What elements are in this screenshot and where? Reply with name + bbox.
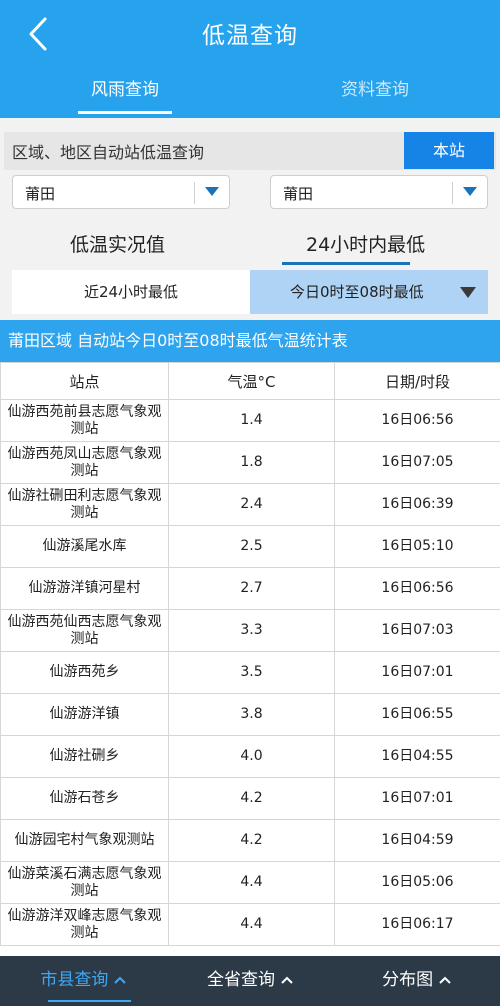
- query-row: 区域、地区自动站低温查询 本站: [4, 132, 496, 170]
- cell-station: 仙游溪尾水库: [0, 525, 169, 568]
- cell-datetime: 16日07:01: [334, 777, 500, 820]
- cell-temperature: 4.4: [168, 903, 335, 946]
- tab-data-query[interactable]: 资料查询: [250, 66, 500, 118]
- cell-temperature: 1.4: [168, 399, 335, 442]
- cell-temperature: 4.2: [168, 777, 335, 820]
- cell-datetime: 16日04:59: [334, 819, 500, 862]
- cell-temperature: 4.4: [168, 861, 335, 904]
- stats-table: 站点 气温°C 日期/时段 仙游西苑前县志愿气象观测站 1.4 16日06:56 仙游…: [0, 362, 500, 946]
- cell-temperature: 3.5: [168, 651, 335, 694]
- region-select-value: 莆田: [25, 185, 56, 203]
- cell-temperature: 2.4: [168, 483, 335, 526]
- cell-station: 仙游西苑凤山志愿气象观测站: [0, 441, 169, 484]
- cell-datetime: 16日05:06: [334, 861, 500, 904]
- cell-station: 仙游西苑仙西志愿气象观测站: [0, 609, 169, 652]
- table-row: 仙游园宅村气象观测站 4.2 16日04:59: [0, 819, 500, 862]
- segment-24h[interactable]: 近24小时最低: [12, 270, 250, 314]
- cell-station: 仙游园宅村气象观测站: [0, 819, 169, 862]
- tab-24h-min[interactable]: 24小时内最低: [306, 230, 425, 257]
- cell-datetime: 16日06:56: [334, 399, 500, 442]
- table-row: 仙游西苑仙西志愿气象观测站 3.3 16日07:03: [0, 609, 500, 652]
- chevron-up-icon: [114, 976, 127, 984]
- nav-label: 市县查询: [40, 970, 109, 990]
- cell-station: 仙游西苑前县志愿气象观测站: [0, 399, 169, 442]
- caret-down-icon: [205, 187, 219, 196]
- tab-wind-rain[interactable]: 风雨查询: [0, 66, 250, 118]
- table-row: 仙游游洋镇河星村 2.7 16日06:56: [0, 567, 500, 610]
- query-label: 区域、地区自动站低温查询: [12, 143, 205, 162]
- segment-today-0-8[interactable]: 今日0时至08时最低: [250, 270, 488, 314]
- active-tab-indicator: [282, 262, 410, 265]
- caret-down-icon: [463, 187, 477, 196]
- stats-table-container[interactable]: 站点 气温°C 日期/时段 仙游西苑前县志愿气象观测站 1.4 16日06:56 仙游…: [0, 362, 500, 956]
- table-row: 仙游社硎乡 4.0 16日04:55: [0, 735, 500, 778]
- chevron-up-icon: [281, 976, 293, 984]
- top-tabs: 风雨查询 资料查询: [0, 66, 500, 118]
- table-row: 仙游游洋双峰志愿气象观测站 4.4 16日06:17: [0, 903, 500, 946]
- cell-station: 仙游社硎田利志愿气象观测站: [0, 483, 169, 526]
- table-row: 仙游社硎田利志愿气象观测站 2.4 16日06:39: [0, 483, 500, 526]
- nav-city-county-query[interactable]: 市县查询: [0, 956, 167, 1006]
- cell-datetime: 16日04:55: [334, 735, 500, 778]
- cell-station: 仙游游洋镇河星村: [0, 567, 169, 610]
- table-row: 仙游西苑凤山志愿气象观测站 1.8 16日07:05: [0, 441, 500, 484]
- cell-station: 仙游游洋双峰志愿气象观测站: [0, 903, 169, 946]
- cell-temperature: 4.2: [168, 819, 335, 862]
- nav-province-query[interactable]: 全省查询: [167, 956, 334, 1006]
- cell-temperature: 2.7: [168, 567, 335, 610]
- cell-datetime: 16日07:05: [334, 441, 500, 484]
- cell-temperature: 1.8: [168, 441, 335, 484]
- cell-station: 仙游社硎乡: [0, 735, 169, 778]
- app-header: 低温查询 风雨查询 资料查询: [0, 0, 500, 118]
- table-row: 仙游菜溪石满志愿气象观测站 4.4 16日05:06: [0, 861, 500, 904]
- mode-tabs: 低温实况值 24小时内最低: [0, 220, 500, 268]
- cell-station: 仙游游洋镇: [0, 693, 169, 736]
- cell-station: 仙游石苍乡: [0, 777, 169, 820]
- cell-datetime: 16日06:17: [334, 903, 500, 946]
- bottom-nav: 市县查询 全省查询 分布图: [0, 956, 500, 1006]
- cell-temperature: 2.5: [168, 525, 335, 568]
- column-header: 站点: [0, 362, 169, 400]
- cell-temperature: 4.0: [168, 735, 335, 778]
- table-row: 仙游西苑前县志愿气象观测站 1.4 16日06:56: [0, 399, 500, 442]
- select-divider: [194, 182, 195, 204]
- period-segment: 近24小时最低 今日0时至08时最低: [12, 270, 488, 314]
- column-header: 日期/时段: [334, 362, 500, 400]
- cell-datetime: 16日05:10: [334, 525, 500, 568]
- cell-station: 仙游西苑乡: [0, 651, 169, 694]
- table-row: 仙游石苍乡 4.2 16日07:01: [0, 777, 500, 820]
- region-select[interactable]: 莆田: [12, 175, 230, 209]
- area-select[interactable]: 莆田: [270, 175, 488, 209]
- table-header-row: 站点 气温°C 日期/时段: [0, 362, 500, 400]
- page-title: 低温查询: [202, 23, 298, 49]
- table-row: 仙游游洋镇 3.8 16日06:55: [0, 693, 500, 736]
- station-button[interactable]: 本站: [404, 132, 494, 169]
- select-divider: [452, 182, 453, 204]
- caret-down-icon: [460, 287, 476, 298]
- cell-temperature: 3.8: [168, 693, 335, 736]
- nav-label: 分布图: [382, 970, 434, 990]
- cell-datetime: 16日06:39: [334, 483, 500, 526]
- chevron-up-icon: [439, 976, 451, 984]
- table-title-banner: 莆田区域 自动站今日0时至08时最低气温统计表: [0, 320, 500, 362]
- nav-distribution-map[interactable]: 分布图: [333, 956, 500, 1006]
- tab-low-temp-live[interactable]: 低温实况值: [70, 230, 165, 257]
- cell-datetime: 16日07:01: [334, 651, 500, 694]
- nav-label: 全省查询: [207, 970, 275, 990]
- cell-station: 仙游菜溪石满志愿气象观测站: [0, 861, 169, 904]
- segment-today-label: 今日0时至08时最低: [290, 283, 424, 301]
- cell-temperature: 3.3: [168, 609, 335, 652]
- table-row: 仙游溪尾水库 2.5 16日05:10: [0, 525, 500, 568]
- area-select-value: 莆田: [283, 185, 314, 203]
- cell-datetime: 16日07:03: [334, 609, 500, 652]
- column-header: 气温°C: [168, 362, 335, 400]
- table-row: 仙游西苑乡 3.5 16日07:01: [0, 651, 500, 694]
- cell-datetime: 16日06:55: [334, 693, 500, 736]
- cell-datetime: 16日06:56: [334, 567, 500, 610]
